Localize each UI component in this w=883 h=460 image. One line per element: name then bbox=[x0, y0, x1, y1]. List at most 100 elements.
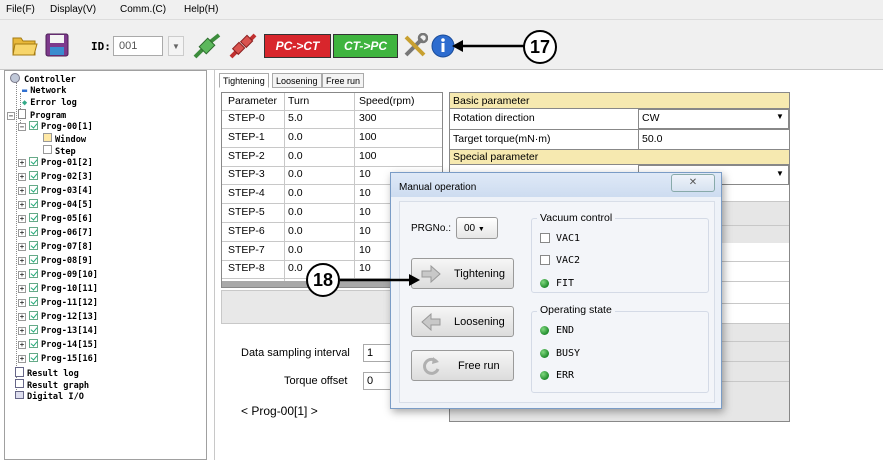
expand-icon[interactable]: + bbox=[18, 215, 26, 223]
tab-loosening[interactable]: Loosening bbox=[272, 73, 322, 88]
ct-to-pc-button[interactable]: CT->PC bbox=[333, 34, 398, 58]
table-cell[interactable]: STEP-7 bbox=[228, 244, 265, 256]
table-cell[interactable]: 0.0 bbox=[288, 131, 303, 143]
checkbox-icon[interactable] bbox=[29, 283, 38, 292]
table-cell[interactable]: 10 bbox=[359, 244, 371, 256]
menu-help[interactable]: Help(H) bbox=[184, 4, 218, 15]
tab-free-run[interactable]: Free run bbox=[322, 73, 365, 88]
tree-controller[interactable]: Controller bbox=[24, 75, 76, 85]
tree-step[interactable]: Step bbox=[55, 147, 76, 157]
table-cell[interactable]: 0.0 bbox=[288, 244, 303, 256]
table-cell[interactable]: 0.0 bbox=[288, 187, 303, 199]
table-cell[interactable]: 0.0 bbox=[288, 206, 303, 218]
tree-program-item[interactable]: + Prog-03[4] bbox=[18, 185, 93, 197]
checkbox-icon[interactable] bbox=[29, 185, 38, 194]
menu-display[interactable]: Display(V) bbox=[50, 4, 96, 15]
rotation-direction-select[interactable] bbox=[638, 109, 789, 129]
sampling-interval-input[interactable]: 1 bbox=[363, 344, 393, 362]
expand-icon[interactable]: + bbox=[18, 299, 26, 307]
tree-window[interactable]: Window bbox=[55, 135, 86, 145]
disconnect-plug-icon[interactable] bbox=[228, 32, 258, 60]
close-button[interactable]: ✕ bbox=[671, 174, 715, 192]
tree-digital-io[interactable]: Digital I/O bbox=[27, 392, 84, 402]
tree-program-item[interactable]: + Prog-04[5] bbox=[18, 199, 93, 211]
vac1-checkbox[interactable] bbox=[540, 233, 550, 243]
expand-icon[interactable]: + bbox=[18, 313, 26, 321]
checkbox-icon[interactable] bbox=[29, 171, 38, 180]
torque-offset-input[interactable]: 0 bbox=[363, 372, 393, 390]
checkbox-icon[interactable] bbox=[29, 339, 38, 348]
table-cell[interactable]: 0.0 bbox=[288, 225, 303, 237]
save-icon[interactable] bbox=[45, 33, 69, 57]
open-folder-icon[interactable] bbox=[12, 33, 38, 57]
table-cell[interactable]: 10 bbox=[359, 168, 371, 180]
expand-icon[interactable]: + bbox=[18, 229, 26, 237]
table-cell[interactable]: STEP-2 bbox=[228, 150, 265, 162]
expand-icon[interactable]: + bbox=[18, 327, 26, 335]
expand-icon[interactable]: + bbox=[18, 159, 26, 167]
expand-icon[interactable]: + bbox=[18, 173, 26, 181]
table-cell[interactable]: 10 bbox=[359, 206, 371, 218]
tree-program-item[interactable]: + Prog-13[14] bbox=[18, 325, 98, 337]
table-cell[interactable]: 300 bbox=[359, 112, 377, 124]
checkbox-icon[interactable] bbox=[29, 255, 38, 264]
tree-result-log[interactable]: Result log bbox=[27, 369, 79, 379]
table-cell[interactable]: STEP-0 bbox=[228, 112, 265, 124]
tools-icon[interactable] bbox=[402, 33, 428, 59]
table-cell[interactable]: STEP-3 bbox=[228, 168, 265, 180]
expand-icon[interactable]: + bbox=[18, 201, 26, 209]
checkbox-icon[interactable] bbox=[29, 325, 38, 334]
table-cell[interactable]: STEP-1 bbox=[228, 131, 265, 143]
pc-to-ct-button[interactable]: PC->CT bbox=[264, 34, 331, 58]
menu-file[interactable]: File(F) bbox=[6, 4, 35, 15]
expand-icon[interactable]: + bbox=[18, 187, 26, 195]
id-input[interactable]: 001 bbox=[113, 36, 163, 56]
expand-icon[interactable]: + bbox=[18, 285, 26, 293]
tree-network[interactable]: Network bbox=[30, 86, 66, 96]
collapse-icon[interactable]: − bbox=[18, 123, 26, 131]
checkbox-icon[interactable] bbox=[29, 241, 38, 250]
collapse-icon[interactable]: − bbox=[7, 112, 15, 120]
tree-program-item[interactable]: + Prog-15[16] bbox=[18, 353, 98, 365]
checkbox-icon[interactable] bbox=[29, 311, 38, 320]
checkbox-icon[interactable] bbox=[29, 297, 38, 306]
table-cell[interactable]: STEP-5 bbox=[228, 206, 265, 218]
expand-icon[interactable]: + bbox=[18, 355, 26, 363]
tab-tightening[interactable]: Tightening bbox=[219, 73, 269, 88]
id-dropdown-button[interactable]: ▼ bbox=[168, 36, 184, 56]
target-torque-value[interactable]: 50.0 bbox=[642, 133, 662, 145]
tree-program-item[interactable]: + Prog-06[7] bbox=[18, 227, 93, 239]
table-cell[interactable]: 0.0 bbox=[288, 262, 303, 274]
table-cell[interactable]: 100 bbox=[359, 131, 377, 143]
table-cell[interactable]: 5.0 bbox=[288, 112, 303, 124]
table-cell[interactable]: STEP-8 bbox=[228, 262, 265, 274]
table-cell[interactable]: 0.0 bbox=[288, 150, 303, 162]
tightening-button[interactable]: Tightening bbox=[411, 258, 514, 289]
tree-error-log[interactable]: Error log bbox=[30, 98, 77, 108]
tree-program-item[interactable]: + Prog-10[11] bbox=[18, 283, 98, 295]
menu-comm[interactable]: Comm.(C) bbox=[120, 4, 166, 15]
tree-program-item[interactable]: + Prog-09[10] bbox=[18, 269, 98, 281]
tree-program-item[interactable]: + Prog-11[12] bbox=[18, 297, 98, 309]
expand-icon[interactable]: + bbox=[18, 271, 26, 279]
checkbox-icon[interactable] bbox=[29, 213, 38, 222]
tree-program-item[interactable]: + Prog-05[6] bbox=[18, 213, 93, 225]
checkbox-icon[interactable] bbox=[29, 269, 38, 278]
checkbox-icon[interactable] bbox=[29, 227, 38, 236]
prg-number-select[interactable]: 00 ▼ bbox=[456, 217, 498, 239]
tree-program-item[interactable]: + Prog-07[8] bbox=[18, 241, 93, 253]
expand-icon[interactable]: + bbox=[18, 257, 26, 265]
free-run-button[interactable]: Free run bbox=[411, 350, 514, 381]
table-cell[interactable]: 100 bbox=[359, 150, 377, 162]
connect-plug-icon[interactable] bbox=[192, 32, 222, 60]
tree-program-item[interactable]: + Prog-01[2] bbox=[18, 157, 93, 169]
table-cell[interactable]: 10 bbox=[359, 187, 371, 199]
tree-program[interactable]: Program bbox=[30, 111, 66, 121]
tree-result-graph[interactable]: Result graph bbox=[27, 381, 89, 391]
tree-program-item[interactable]: + Prog-08[9] bbox=[18, 255, 93, 267]
checkbox-icon[interactable] bbox=[29, 157, 38, 166]
vac2-checkbox[interactable] bbox=[540, 255, 550, 265]
tree-program-item[interactable]: + Prog-14[15] bbox=[18, 339, 98, 351]
table-cell[interactable]: 0.0 bbox=[288, 168, 303, 180]
tree-program-item[interactable]: + Prog-02[3] bbox=[18, 171, 93, 183]
